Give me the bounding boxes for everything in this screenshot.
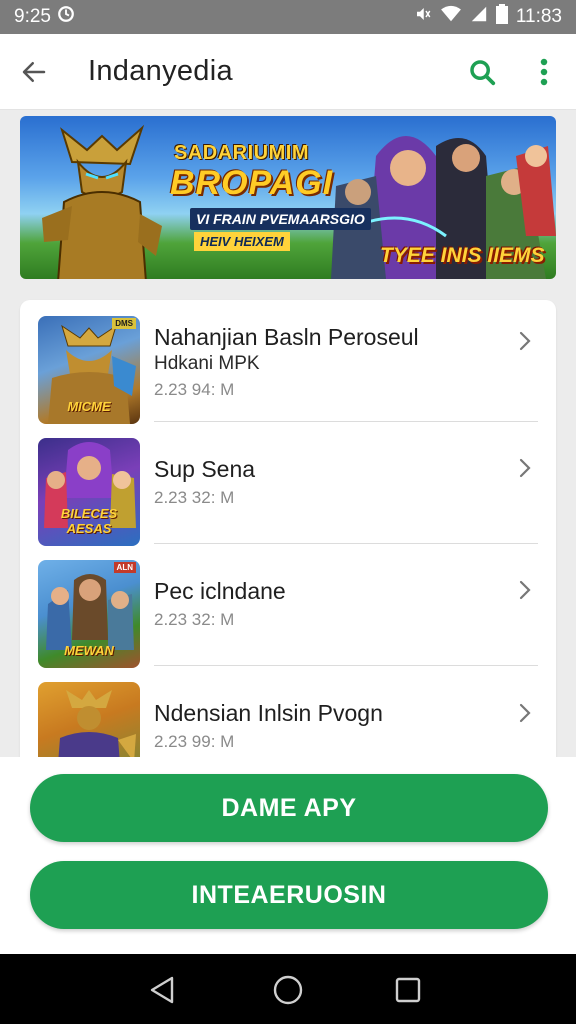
list-item[interactable]: BILECES AESAS Sup Sena 2.23 32: M (20, 422, 556, 546)
nav-back-button[interactable] (144, 972, 180, 1008)
chevron-right-icon (519, 331, 531, 351)
banner-headline: BROPAGI (170, 164, 334, 202)
item-title: Pec iclndane (154, 578, 286, 604)
app-thumbnail: ALN MEWAN (38, 560, 140, 668)
chevron-right-icon (519, 703, 531, 723)
status-clock: 11:83 (515, 6, 562, 27)
secondary-action-button[interactable]: INTEAERUOSIN (30, 861, 548, 929)
promo-banner[interactable]: SADARIUMIM BROPAGI VI FRAIN PVEMAARSGIO … (20, 116, 556, 279)
banner-badge: TYEE INIS IIEMS (380, 244, 545, 267)
list-item[interactable]: ALN MEWAN Pec iclndane 2.23 32: M (20, 544, 556, 668)
status-bar: 9:25 11:83 (0, 0, 576, 34)
thumb-label: MICME (67, 399, 111, 414)
item-title: Sup Sena (154, 456, 256, 482)
banner-tag: HEIV HEIXEM (194, 232, 290, 251)
banner-subtitle: VI FRAIN PVEMAARSGIO (190, 208, 371, 230)
more-vert-icon (540, 58, 548, 86)
status-time: 9:25 (14, 6, 51, 27)
armored-hero-illustration (42, 124, 162, 279)
battery-icon (495, 4, 508, 30)
search-icon (470, 60, 496, 86)
status-right: 11:83 (414, 4, 562, 30)
item-meta: 2.23 32: M (154, 610, 235, 629)
list-item[interactable]: Ndensian Inlsin Pvogn 2.23 99: M (20, 666, 556, 770)
item-meta: 2.23 99: M (154, 732, 235, 751)
more-options-button[interactable] (524, 48, 564, 96)
item-meta: 2.23 32: M (154, 488, 235, 507)
action-sheet: DAME APY INTEAERUOSIN (0, 757, 576, 954)
app-list-card: DMS MICME Nahanjian Basln Peroseul Hdkan… (20, 300, 556, 770)
item-title: Ndensian Inlsin Pvogn (154, 700, 383, 726)
page-title: Indanyedia (88, 55, 233, 87)
thumb-badge: ALN (113, 562, 136, 573)
status-left: 9:25 (14, 5, 75, 29)
thumb-label: MEWAN (64, 643, 114, 658)
thumb-label: BILECES AESAS (60, 506, 118, 536)
app-bar: Indanyedia (0, 34, 576, 110)
back-button[interactable] (10, 48, 58, 96)
list-item[interactable]: DMS MICME Nahanjian Basln Peroseul Hdkan… (20, 300, 556, 424)
primary-action-button[interactable]: DAME APY (30, 774, 548, 842)
mute-icon (414, 5, 432, 29)
system-nav-bar (0, 954, 576, 1024)
chevron-right-icon (519, 458, 531, 478)
home-circle-icon (273, 975, 303, 1005)
item-title: Nahanjian Basln Peroseul (154, 324, 419, 350)
sync-icon (57, 5, 75, 29)
app-thumbnail: DMS MICME (38, 316, 140, 424)
app-thumbnail: BILECES AESAS (38, 438, 140, 546)
item-meta: 2.23 94: M (154, 380, 235, 399)
wifi-icon (440, 5, 462, 29)
back-triangle-icon (150, 976, 174, 1004)
recents-square-icon (395, 977, 421, 1003)
signal-icon (470, 5, 488, 29)
nav-recents-button[interactable] (390, 972, 426, 1008)
item-subtitle: Hdkani MPK (154, 353, 260, 374)
search-button[interactable] (458, 48, 506, 96)
banner-title: SADARIUMIM (174, 142, 309, 164)
chevron-right-icon (519, 580, 531, 600)
back-arrow-icon (22, 61, 46, 82)
nav-home-button[interactable] (270, 972, 306, 1008)
thumb-badge: DMS (112, 318, 136, 329)
